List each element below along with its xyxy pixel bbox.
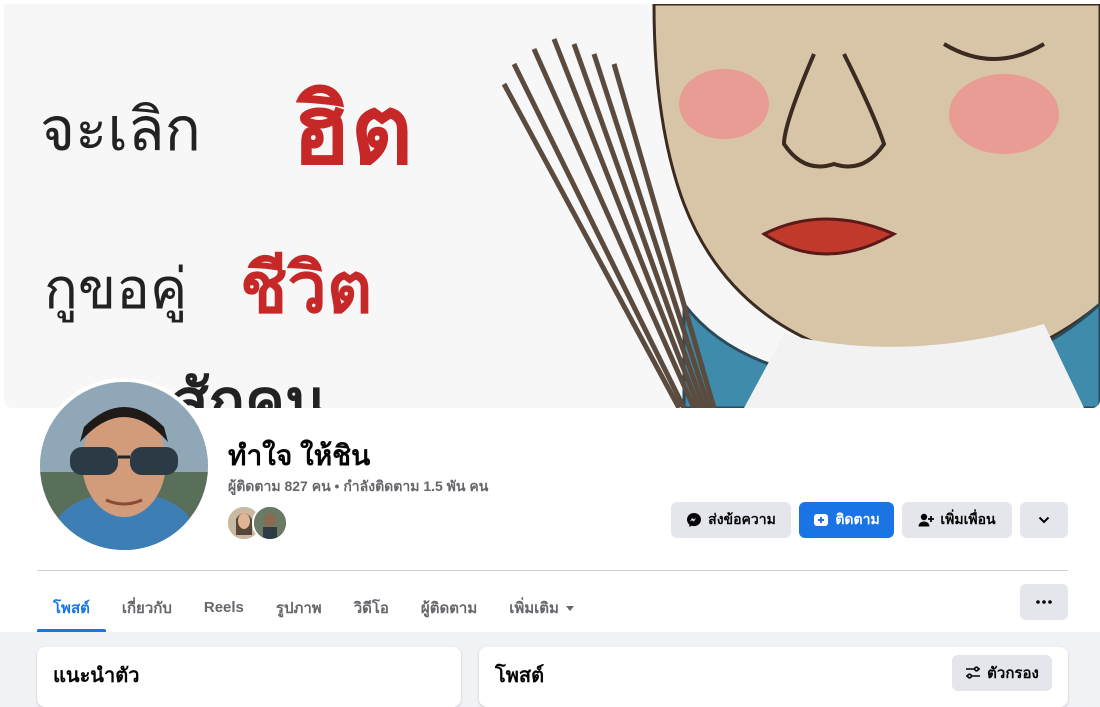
cover-text-line1: จะเลิก — [40, 95, 201, 165]
tab-label: เกี่ยวกับ — [121, 599, 172, 617]
profile-name: ทำใจ ให้ชิน — [228, 440, 371, 471]
cover-photo[interactable]: จะเลิก ฮิต กูขอคู่ ชีวิต สักคน — [4, 4, 1100, 408]
follower-stats[interactable]: ผู้ติดตาม 827 คน • กำลังติดตาม 1.5 พัน ค… — [228, 476, 488, 498]
tab-label: เพิ่มเติม — [509, 599, 559, 617]
add-friend-button-label: เพิ่มเพื่อน — [940, 511, 996, 527]
filter-sliders-icon — [965, 665, 981, 681]
intro-card: แนะนำตัว — [37, 647, 461, 707]
cover-text-line3: สักคน — [172, 367, 327, 408]
cover-text-line2: กูขอคู่ — [44, 257, 188, 322]
tab-label: รูปภาพ — [275, 599, 322, 617]
tab-label: วิดีโอ — [353, 599, 389, 617]
tab-photos[interactable]: รูปภาพ — [260, 584, 338, 631]
mutual-friend-avatar[interactable] — [252, 505, 288, 541]
cover-text-line1-emphasis: ฮิต — [292, 74, 413, 186]
tab-about[interactable]: เกี่ยวกับ — [106, 584, 188, 631]
follow-icon — [813, 512, 829, 528]
profile-picture[interactable] — [40, 382, 208, 550]
messenger-icon — [686, 512, 702, 528]
profile-options-button[interactable] — [1020, 502, 1068, 538]
add-friend-button[interactable]: เพิ่มเพื่อน — [902, 502, 1012, 538]
more-horizontal-icon — [1036, 600, 1052, 604]
cover-illustration — [501, 4, 1100, 408]
follow-button[interactable]: ติดตาม — [799, 502, 894, 538]
message-button-label: ส่งข้อความ — [708, 511, 776, 527]
posts-title: โพสต์ — [495, 665, 545, 687]
filter-button[interactable]: ตัวกรอง — [952, 655, 1052, 691]
posts-card: โพสต์ ตัวกรอง — [479, 647, 1068, 707]
chevron-down-icon — [1037, 513, 1051, 527]
header-divider — [37, 570, 1068, 571]
tab-label: Reels — [203, 599, 244, 616]
tab-followers[interactable]: ผู้ติดตาม — [405, 584, 493, 631]
follow-button-label: ติดตาม — [835, 511, 880, 527]
tab-label: โพสต์ — [53, 599, 90, 617]
tab-more[interactable]: เพิ่มเติม — [493, 584, 591, 631]
profile-tabs: โพสต์ เกี่ยวกับ Reels รูปภาพ วิดีโอ ผู้ต… — [37, 584, 591, 632]
profile-picture-frame — [36, 378, 212, 554]
caret-down-icon — [565, 603, 575, 613]
tab-videos[interactable]: วิดีโอ — [338, 584, 405, 631]
message-button[interactable]: ส่งข้อความ — [671, 502, 791, 538]
tabs-more-options-button[interactable] — [1020, 584, 1068, 620]
tab-posts[interactable]: โพสต์ — [37, 584, 106, 632]
cover-text-line2-emphasis: ชีวิต — [240, 247, 373, 329]
tab-label: ผู้ติดตาม — [420, 599, 478, 617]
tab-reels[interactable]: Reels — [188, 584, 260, 631]
intro-title: แนะนำตัว — [53, 665, 140, 687]
add-friend-icon — [918, 512, 935, 528]
filter-button-label: ตัวกรอง — [987, 665, 1039, 682]
profile-photo-image — [40, 382, 208, 550]
